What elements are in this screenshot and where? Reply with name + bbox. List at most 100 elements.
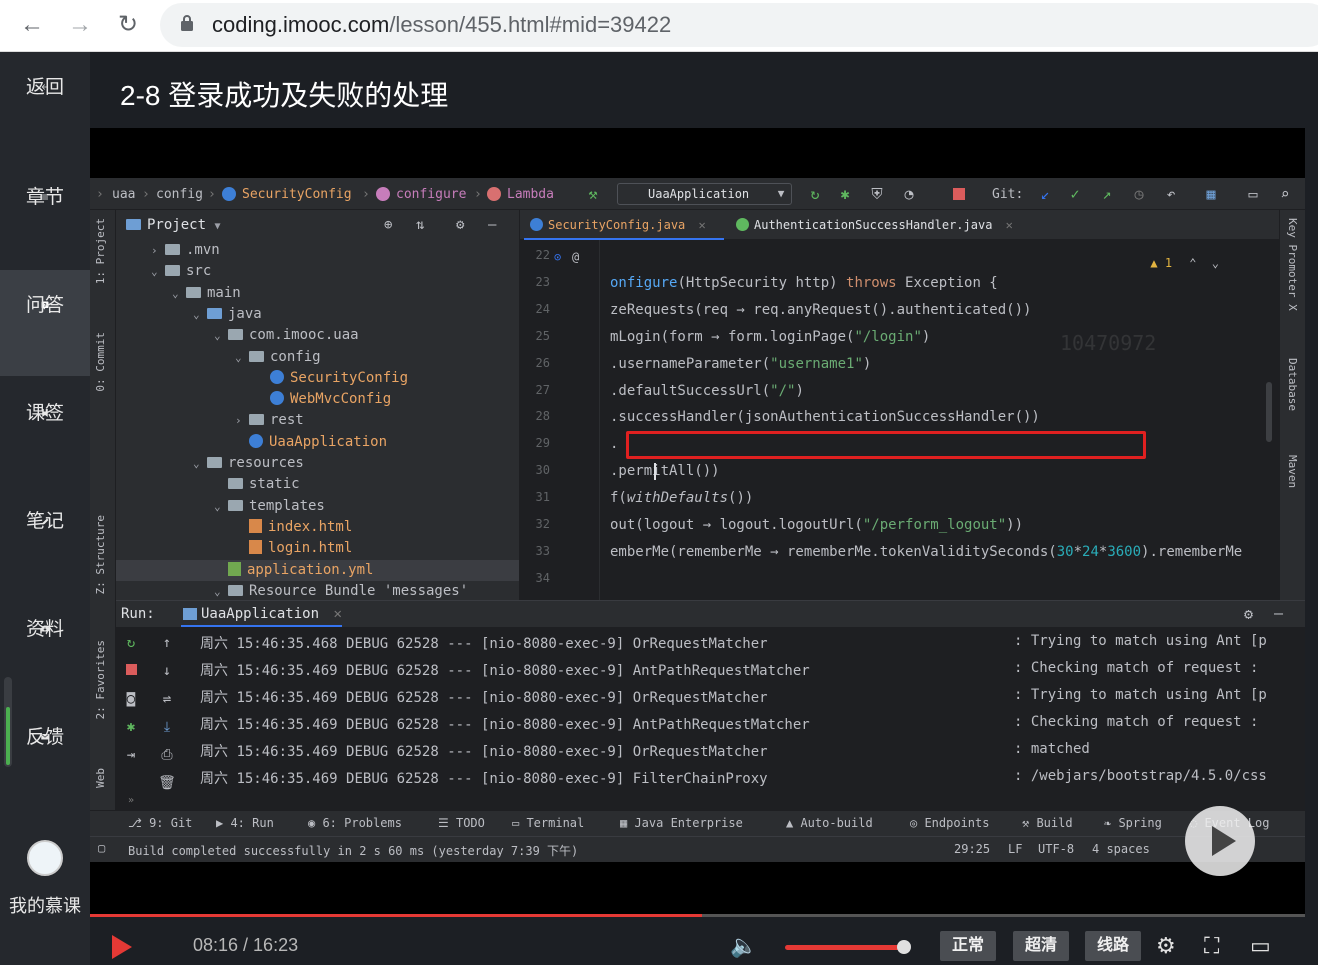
hammer-icon[interactable]: ⚒ bbox=[584, 185, 602, 203]
tree-item[interactable]: › .mvn bbox=[116, 240, 519, 261]
widescreen-icon[interactable]: ▭ bbox=[1250, 933, 1271, 959]
sidebar-item-notes[interactable]: 笔记 bbox=[0, 486, 90, 592]
rerun-icon[interactable]: ↻ bbox=[122, 635, 140, 653]
tab-commit[interactable]: 0: Commit bbox=[94, 332, 107, 392]
rollback-icon[interactable]: ↶ bbox=[1162, 185, 1180, 203]
chevron-icon[interactable]: › bbox=[151, 240, 165, 261]
tree-item[interactable]: SecurityConfig bbox=[116, 368, 519, 389]
tab-securityconfig-java[interactable]: SecurityConfig.java ✕ bbox=[524, 210, 724, 240]
breadcrumb-configure[interactable]: configure bbox=[396, 187, 466, 202]
rerun-icon[interactable]: ↻ bbox=[806, 185, 824, 203]
avatar[interactable] bbox=[27, 840, 63, 876]
chevron-down-icon[interactable]: ▼ bbox=[214, 221, 220, 232]
volume-slider[interactable] bbox=[785, 945, 905, 950]
file-encoding[interactable]: UTF-8 bbox=[1038, 842, 1074, 856]
bottom-tab[interactable]: ▭ Terminal bbox=[512, 816, 584, 830]
tab-favorites[interactable]: 2: Favorites bbox=[94, 640, 107, 719]
play-overlay-icon[interactable] bbox=[1185, 806, 1255, 876]
tree-item[interactable]: ⌄ com.imooc.uaa bbox=[116, 325, 519, 346]
play-icon[interactable] bbox=[112, 935, 132, 959]
reload-icon[interactable]: ↻ bbox=[112, 10, 144, 42]
tab-structure[interactable]: Z: Structure bbox=[94, 515, 107, 594]
tree-item[interactable]: › rest bbox=[116, 410, 519, 431]
bottom-tab[interactable]: ▦ Java Enterprise bbox=[620, 816, 743, 830]
quality-hd-button[interactable]: 超清 bbox=[1013, 931, 1069, 961]
print-icon[interactable]: ⎙ bbox=[158, 747, 176, 765]
breadcrumb-uaa[interactable]: uaa bbox=[112, 187, 135, 202]
editor-scrollbar[interactable] bbox=[1266, 382, 1272, 442]
sidebar-item-chapters[interactable]: 章节 bbox=[0, 162, 90, 268]
bottom-tab[interactable]: ◎ Endpoints bbox=[910, 816, 989, 830]
close-icon[interactable]: ✕ bbox=[1006, 218, 1013, 232]
code-editor[interactable]: SecurityConfig.java ✕ AuthenticationSucc… bbox=[520, 210, 1279, 600]
code-line[interactable]: onfigure(HttpSecurity http) throws Excep… bbox=[610, 275, 998, 291]
breadcrumb-config[interactable]: config bbox=[156, 187, 203, 202]
fullscreen-icon[interactable]: ⛶ bbox=[1204, 933, 1219, 959]
run-tab-uaaapplication[interactable]: UaaApplication ✕ bbox=[181, 601, 342, 627]
project-title[interactable]: Project bbox=[147, 217, 206, 233]
bottom-tab[interactable]: ▶ 4: Run bbox=[216, 816, 274, 830]
code-line[interactable]: .successHandler(jsonAuthenticationSucces… bbox=[610, 409, 1040, 425]
history-icon[interactable]: ◷ bbox=[1130, 185, 1148, 203]
back-icon[interactable]: ← bbox=[16, 10, 48, 42]
chevron-icon[interactable]: ⌄ bbox=[214, 325, 228, 346]
breadcrumb-securityconfig[interactable]: SecurityConfig bbox=[242, 187, 352, 202]
tree-item[interactable]: static bbox=[116, 474, 519, 495]
route-button[interactable]: 线路 bbox=[1085, 931, 1141, 961]
chevron-icon[interactable]: ⌄ bbox=[193, 453, 207, 474]
code-line[interactable]: mLogin(form → form.loginPage("/login") bbox=[610, 329, 930, 345]
sidebar-item-back[interactable]: 返回 bbox=[0, 52, 90, 158]
tab-project[interactable]: 1: Project bbox=[94, 218, 107, 284]
run-config-select[interactable]: UaaApplication bbox=[617, 183, 792, 205]
profile-icon[interactable]: ◔ bbox=[900, 185, 918, 203]
tab-database[interactable]: Database bbox=[1286, 358, 1299, 411]
code-line[interactable]: .defaultSuccessUrl("/") bbox=[610, 383, 804, 399]
code-line[interactable]: out(logout → logout.logoutUrl("/perform_… bbox=[610, 517, 1023, 533]
git-commit-icon[interactable]: ✓ bbox=[1066, 185, 1084, 203]
tree-item[interactable]: index.html bbox=[116, 517, 519, 538]
chevron-icon[interactable]: ⌄ bbox=[214, 581, 228, 600]
volume-icon[interactable]: 🔈 bbox=[730, 933, 757, 959]
tree-item[interactable]: ⌄ templates bbox=[116, 496, 519, 517]
soft-wrap-icon[interactable]: ⇌ bbox=[158, 691, 176, 709]
chevron-icon[interactable]: ⌄ bbox=[172, 283, 186, 304]
tree-item[interactable]: ⌄ config bbox=[116, 347, 519, 368]
code-line[interactable]: emberMe(rememberMe → rememberMe.tokenVal… bbox=[610, 544, 1242, 560]
override-marker-icon[interactable]: ⊙ bbox=[554, 250, 561, 264]
line-separator[interactable]: LF bbox=[1008, 842, 1022, 856]
tree-item[interactable]: ⌄ resources bbox=[116, 453, 519, 474]
coverage-icon[interactable]: ⛨ bbox=[868, 185, 886, 203]
window-icon[interactable]: ▭ bbox=[1244, 185, 1262, 203]
close-icon[interactable]: ✕ bbox=[333, 606, 341, 622]
gear-icon[interactable]: ⚙ bbox=[456, 210, 464, 240]
arrow-down-icon[interactable]: ↓ bbox=[158, 663, 176, 681]
sidebar-item-feedback[interactable]: 反馈 bbox=[0, 702, 90, 808]
tree-item[interactable]: ⌄ java bbox=[116, 304, 519, 325]
video-player[interactable]: › uaa › config › SecurityConfig › config… bbox=[90, 128, 1305, 914]
chevron-icon[interactable]: ⌄ bbox=[151, 261, 165, 282]
code-line[interactable]: zeRequests(req → req.anyRequest().authen… bbox=[610, 302, 1031, 318]
debug-icon[interactable]: ✱ bbox=[836, 185, 854, 203]
tree-item[interactable]: ⌄ Resource Bundle 'messages' bbox=[116, 581, 519, 600]
tab-key-promoter[interactable]: Key Promoter X bbox=[1286, 218, 1299, 311]
gear-icon[interactable]: ⚙ bbox=[1156, 933, 1176, 959]
minimize-icon[interactable]: — bbox=[1274, 604, 1283, 622]
url-text[interactable]: coding.imooc.com/lesson/455.html#mid=394… bbox=[212, 12, 671, 38]
trash-icon[interactable]: 🗑 bbox=[158, 775, 176, 793]
sidebar-item-bookmark[interactable]: 课签 bbox=[0, 378, 90, 484]
breadcrumb-lambda[interactable]: Lambda bbox=[507, 187, 554, 202]
forward-icon[interactable]: → bbox=[64, 10, 96, 42]
tree-item[interactable]: WebMvcConfig bbox=[116, 389, 519, 410]
scroll-to-end-icon[interactable]: ⤓ bbox=[158, 719, 176, 737]
tab-maven[interactable]: Maven bbox=[1286, 455, 1299, 488]
indent-setting[interactable]: 4 spaces bbox=[1092, 842, 1150, 856]
bottom-tab[interactable]: ▲ Auto-build bbox=[786, 816, 873, 830]
bottom-tab[interactable]: ⎇ 9: Git bbox=[128, 816, 192, 830]
tree-item[interactable]: ⌄ main bbox=[116, 283, 519, 304]
close-icon[interactable]: ✕ bbox=[699, 218, 706, 232]
chevron-icon[interactable]: › bbox=[235, 410, 249, 431]
bottom-tab[interactable]: ◉ 6: Problems bbox=[308, 816, 402, 830]
locate-icon[interactable]: ⊕ bbox=[384, 210, 392, 240]
project-structure-icon[interactable]: ▦ bbox=[1202, 185, 1220, 203]
stop-icon[interactable] bbox=[950, 185, 968, 203]
